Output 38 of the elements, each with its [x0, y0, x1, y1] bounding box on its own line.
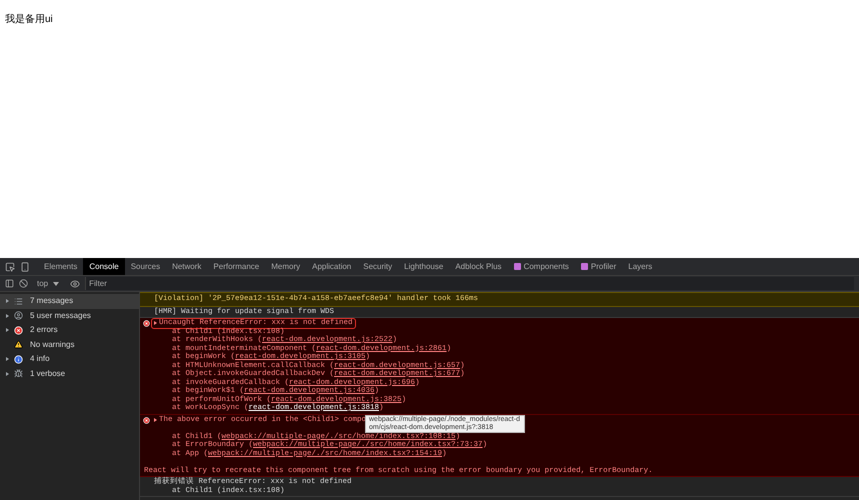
devtools-tab[interactable]: Application — [306, 258, 358, 275]
sidebar-item[interactable]: 1 verbose — [0, 366, 139, 381]
sidebar-item[interactable]: No warnings — [0, 338, 139, 352]
caret-icon — [53, 282, 60, 286]
error-icon — [14, 326, 23, 335]
sidebar-item[interactable]: 4 info — [0, 352, 139, 366]
devtools-tab[interactable]: Memory — [265, 258, 306, 275]
context-dropdown[interactable]: top — [37, 278, 60, 290]
warning-icon — [14, 340, 23, 350]
inspect-icon[interactable] — [5, 262, 15, 272]
devtools-tab[interactable]: Profiler — [574, 258, 622, 275]
clear-icon[interactable] — [19, 279, 28, 288]
device-icon[interactable] — [20, 262, 30, 272]
devtools-tab[interactable]: Adblock Plus — [449, 258, 508, 275]
devtools-tab[interactable]: Network — [166, 258, 208, 275]
list-icon — [14, 296, 23, 306]
bug-icon — [14, 369, 23, 378]
error-icon — [143, 320, 150, 327]
user-icon — [14, 311, 23, 320]
info-icon — [14, 354, 23, 364]
expand-arrow-icon[interactable] — [154, 321, 157, 326]
devtools-tab[interactable]: Security — [357, 258, 398, 275]
expand-arrow-icon[interactable] — [154, 418, 157, 422]
error-icon — [143, 416, 150, 424]
page-text: 我是备用ui — [5, 14, 53, 25]
filter-field[interactable]: Filter — [85, 277, 854, 290]
devtools-tab[interactable]: Elements — [38, 258, 84, 275]
devtools-tab[interactable]: Components — [508, 258, 575, 275]
eye-icon[interactable] — [70, 278, 80, 288]
devtools-tab[interactable]: Performance — [207, 258, 266, 275]
sidebar-toggle-icon[interactable] — [5, 279, 14, 288]
devtools-tab[interactable]: Sources — [124, 258, 166, 275]
devtools-tab[interactable]: Console — [83, 258, 125, 275]
sidebar-item[interactable]: 2 errors — [0, 323, 139, 338]
devtools-tab[interactable]: Lighthouse — [398, 258, 450, 275]
devtools-tab[interactable]: Layers — [622, 258, 658, 275]
sidebar-item[interactable]: 7 messages — [0, 294, 139, 308]
sidebar-item[interactable]: 5 user messages — [0, 308, 139, 323]
